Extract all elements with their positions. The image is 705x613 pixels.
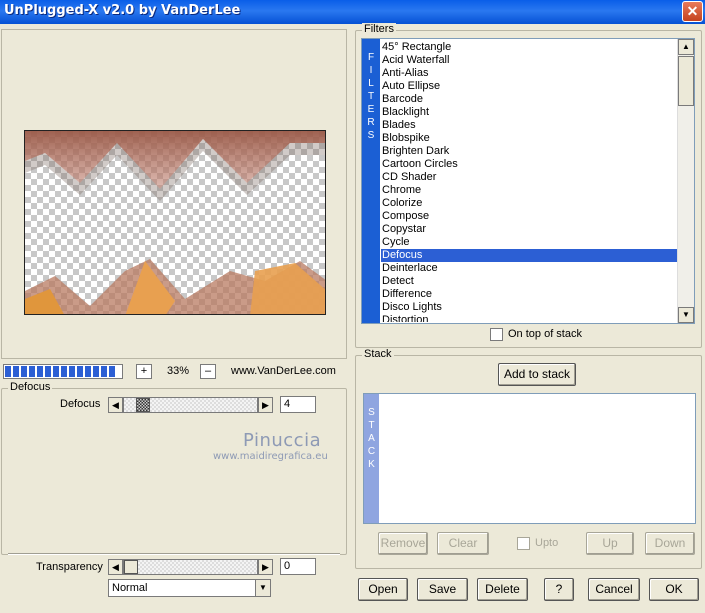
title-bar: UnPlugged-X v2.0 by VanDerLee ✕ xyxy=(0,0,705,24)
scroll-thumb[interactable] xyxy=(678,56,694,106)
blend-mode-value: Normal xyxy=(112,582,148,594)
stack-side-label: S T A C K xyxy=(364,394,379,523)
save-button[interactable]: Save xyxy=(417,578,468,601)
stack-list[interactable]: S T A C K xyxy=(363,393,696,524)
preview-artwork xyxy=(25,131,325,314)
on-top-of-stack-checkbox[interactable] xyxy=(490,328,503,341)
filter-list-item[interactable]: Auto Ellipse xyxy=(381,80,678,93)
filter-list-item[interactable]: Brighten Dark xyxy=(381,145,678,158)
add-to-stack-button[interactable]: Add to stack xyxy=(498,363,576,386)
upto-checkbox[interactable] xyxy=(517,537,530,550)
preview-image[interactable] xyxy=(24,130,326,315)
preview-panel xyxy=(1,29,347,359)
filter-list-item[interactable]: Blobspike xyxy=(381,132,678,145)
transparency-decrease-button[interactable]: ◀ xyxy=(108,559,123,575)
divider xyxy=(8,553,340,555)
transparency-label: Transparency xyxy=(36,561,103,573)
parameter-group-title: Defocus xyxy=(8,381,53,393)
filter-list-item[interactable]: CD Shader xyxy=(381,171,678,184)
filter-list-item[interactable]: Distortion xyxy=(381,314,678,322)
transparency-value-input[interactable]: 0 xyxy=(280,558,316,575)
defocus-value-input[interactable]: 4 xyxy=(280,396,316,413)
upto-label: Upto xyxy=(535,537,559,549)
defocus-label: Defocus xyxy=(60,398,101,410)
down-button[interactable]: Down xyxy=(645,532,695,555)
filter-list-item[interactable]: Compose xyxy=(381,210,678,223)
close-button[interactable]: ✕ xyxy=(682,1,703,22)
filter-list-item[interactable]: 45° Rectangle xyxy=(381,41,678,54)
defocus-decrease-button[interactable]: ◀ xyxy=(108,397,123,413)
stack-group-title: Stack xyxy=(362,348,394,360)
filter-list-item[interactable]: Disco Lights xyxy=(381,301,678,314)
filter-list-item[interactable]: Blacklight xyxy=(381,106,678,119)
parameter-group: Defocus xyxy=(1,381,347,555)
transparency-slider-thumb[interactable] xyxy=(124,560,138,574)
ok-button[interactable]: OK xyxy=(649,578,699,601)
filter-list-item[interactable]: Defocus xyxy=(381,249,678,262)
delete-button[interactable]: Delete xyxy=(477,578,528,601)
filter-list-viewport: 45° Rectangle Acid Waterfall Anti-Alias Aut… xyxy=(381,41,678,322)
filter-list-item[interactable]: Chrome xyxy=(381,184,678,197)
scroll-up-button[interactable]: ▲ xyxy=(678,39,694,55)
watermark-title: Pinuccia xyxy=(243,430,322,451)
open-button[interactable]: Open xyxy=(358,578,408,601)
filter-list-scrollbar[interactable]: ▲ ▼ xyxy=(677,39,694,323)
up-button[interactable]: Up xyxy=(586,532,634,555)
filter-list-item[interactable]: Barcode xyxy=(381,93,678,106)
transparency-increase-button[interactable]: ▶ xyxy=(258,559,273,575)
help-button[interactable]: ? xyxy=(544,578,574,601)
render-progress-bar xyxy=(3,364,123,379)
watermark-url: www.maidiregrafica.eu xyxy=(213,451,328,462)
cancel-button[interactable]: Cancel xyxy=(588,578,640,601)
filter-list-box: F I L T E R S 45° Rectangle Acid Waterfal… xyxy=(361,38,695,324)
window-title: UnPlugged-X v2.0 by VanDerLee xyxy=(4,3,241,18)
filter-list-item[interactable]: Colorize xyxy=(381,197,678,210)
clear-button[interactable]: Clear xyxy=(437,532,489,555)
filters-group-title: Filters xyxy=(362,23,396,35)
filter-list-item[interactable]: Detect xyxy=(381,275,678,288)
filter-list: 45° Rectangle Acid Waterfall Anti-Alias Aut… xyxy=(381,41,678,322)
filter-list-item[interactable]: Copystar xyxy=(381,223,678,236)
defocus-increase-button[interactable]: ▶ xyxy=(258,397,273,413)
scroll-down-button[interactable]: ▼ xyxy=(678,307,694,323)
zoom-out-button[interactable]: – xyxy=(200,364,216,379)
zoom-level: 33% xyxy=(166,365,190,377)
filter-list-item[interactable]: Blades xyxy=(381,119,678,132)
filter-list-item[interactable]: Deinterlace xyxy=(381,262,678,275)
filter-list-item[interactable]: Anti-Alias xyxy=(381,67,678,80)
chevron-down-icon[interactable]: ▼ xyxy=(255,580,270,596)
defocus-slider-thumb[interactable] xyxy=(136,398,150,412)
remove-button[interactable]: Remove xyxy=(378,532,428,555)
filters-side-label: F I L T E R S xyxy=(362,39,380,323)
transparency-slider[interactable] xyxy=(123,559,258,575)
filter-list-item[interactable]: Cartoon Circles xyxy=(381,158,678,171)
zoom-in-button[interactable]: + xyxy=(136,364,152,379)
website-label: www.VanDerLee.com xyxy=(231,365,336,377)
filter-list-item[interactable]: Acid Waterfall xyxy=(381,54,678,67)
blend-mode-select[interactable]: Normal ▼ xyxy=(108,579,271,597)
filter-list-item[interactable]: Difference xyxy=(381,288,678,301)
filter-list-item[interactable]: Cycle xyxy=(381,236,678,249)
on-top-of-stack-label: On top of stack xyxy=(508,328,582,340)
